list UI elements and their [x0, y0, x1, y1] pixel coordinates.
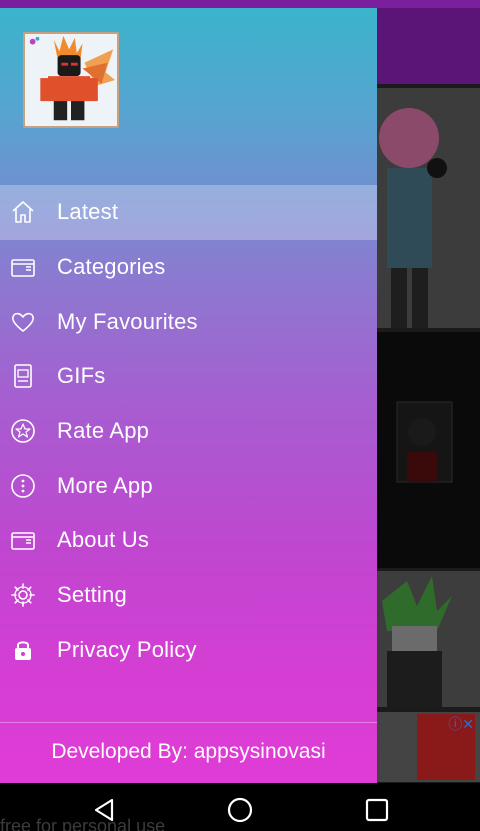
navigation-drawer: Latest Categories My Favourites GIFs Rat… [0, 8, 377, 783]
menu-item-rate-app[interactable]: Rate App [0, 404, 377, 459]
lock-icon [10, 637, 36, 663]
menu-item-gifs[interactable]: GIFs [0, 349, 377, 404]
menu-item-my-favourites[interactable]: My Favourites [0, 294, 377, 349]
drawer-header [0, 8, 377, 185]
menu-label: More App [57, 472, 153, 498]
more-circle-icon [10, 473, 36, 499]
avatar-image [25, 34, 117, 126]
menu-item-more-app[interactable]: More App [0, 458, 377, 513]
gear-icon [10, 582, 36, 608]
wallpaper-thumbnail[interactable] [377, 332, 480, 568]
menu-item-latest[interactable]: Latest [0, 185, 377, 240]
character-image [377, 571, 480, 707]
developer-credit: Developed By: appsysinovasi [51, 740, 326, 763]
menu-item-categories[interactable]: Categories [0, 240, 377, 295]
watermark-text: free for personal use [0, 816, 166, 831]
menu-label: About Us [57, 527, 150, 553]
character-image [377, 332, 480, 568]
home-button-icon[interactable] [225, 795, 255, 825]
menu-item-privacy-policy[interactable]: Privacy Policy [0, 623, 377, 678]
menu-label: Privacy Policy [57, 636, 197, 662]
footer-divider [0, 722, 377, 723]
folder-icon [10, 254, 36, 280]
drawer-menu: Latest Categories My Favourites GIFs Rat… [0, 185, 377, 677]
menu-label: Setting [57, 582, 127, 608]
gif-file-icon [10, 363, 36, 389]
menu-item-setting[interactable]: Setting [0, 568, 377, 623]
menu-label: Rate App [57, 418, 150, 444]
menu-label: Categories [57, 254, 166, 280]
status-bar [0, 0, 480, 8]
menu-item-about-us[interactable]: About Us [0, 513, 377, 568]
wallpaper-thumbnail[interactable] [377, 88, 480, 328]
recents-icon[interactable] [362, 795, 392, 825]
app-avatar [23, 32, 119, 128]
ad-choices-icon[interactable]: ⓘ✕ [448, 714, 474, 734]
menu-label: Latest [57, 199, 119, 225]
menu-label: My Favourites [57, 308, 198, 334]
character-image [377, 88, 480, 328]
folder-icon [10, 527, 36, 553]
ad-banner[interactable]: ⓘ✕ [377, 712, 480, 782]
wallpaper-thumbnail[interactable] [377, 571, 480, 707]
star-circle-icon [10, 418, 36, 444]
menu-label: GIFs [57, 363, 106, 389]
home-icon [10, 199, 36, 225]
heart-icon [10, 309, 36, 335]
